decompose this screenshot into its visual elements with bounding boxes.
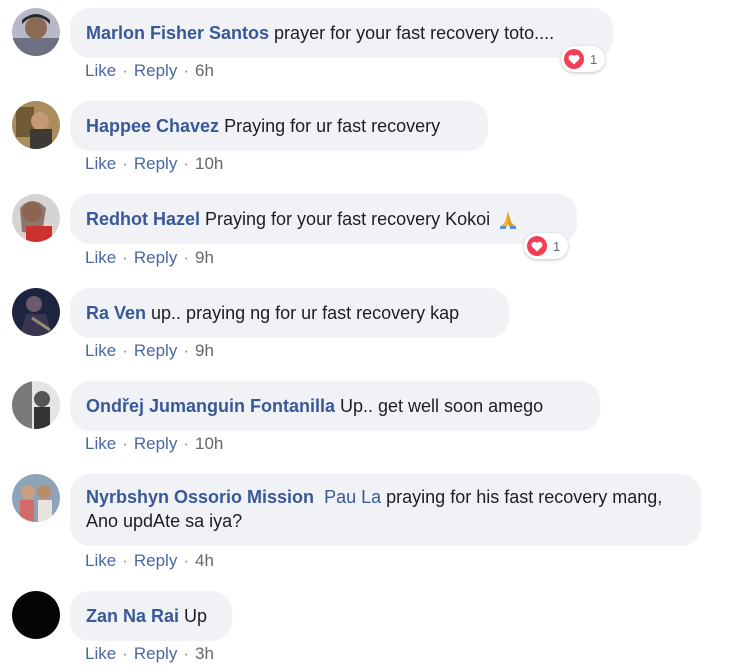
comment-text: Praying for your fast recovery Kokoi <box>205 209 491 229</box>
comment-time[interactable]: 10h <box>195 154 223 173</box>
reply-button[interactable]: Reply <box>134 341 177 360</box>
comment-author[interactable]: Nyrbshyn Ossorio Mission <box>86 487 314 507</box>
like-button[interactable]: Like <box>85 248 116 267</box>
avatar[interactable] <box>12 194 60 242</box>
reply-button[interactable]: Reply <box>134 551 177 570</box>
avatar[interactable] <box>12 591 60 639</box>
comment-bubble: Zan Na Rai Up <box>70 591 232 641</box>
comment-time[interactable]: 4h <box>195 551 214 570</box>
comment-actions: Like · Reply · 9h <box>85 248 214 268</box>
separator: · <box>122 341 128 360</box>
comment-author[interactable]: Ondřej Jumanguin Fontanilla <box>86 394 335 418</box>
comment-text: Praying for ur fast recovery <box>224 116 441 136</box>
comment-author[interactable]: Redhot Hazel <box>86 207 200 231</box>
reply-button[interactable]: Reply <box>134 434 177 453</box>
reaction-count[interactable]: 1 <box>561 46 606 72</box>
like-button[interactable]: Like <box>85 154 116 173</box>
comment-bubble: Nyrbshyn Ossorio Mission Pau La praying … <box>70 474 701 546</box>
reply-button[interactable]: Reply <box>134 61 177 80</box>
like-button[interactable]: Like <box>85 644 116 663</box>
heart-icon <box>564 49 584 69</box>
comment-time[interactable]: 10h <box>195 434 223 453</box>
comment-actions: Like · Reply · 4h <box>85 551 214 571</box>
mention-link[interactable]: Pau La <box>324 487 381 507</box>
comment-time[interactable]: 9h <box>195 341 214 360</box>
comment-actions: Like · Reply · 3h <box>85 644 214 664</box>
like-button[interactable]: Like <box>85 551 116 570</box>
separator: · <box>122 248 128 267</box>
comment-actions: Like · Reply · 10h <box>85 434 223 454</box>
comment-text: Up.. get well soon amego <box>340 396 544 416</box>
comment-text: up.. praying ng for ur fast recovery kap <box>151 303 460 323</box>
reaction-number: 1 <box>590 51 598 67</box>
comment-time[interactable]: 6h <box>195 61 214 80</box>
comment-bubble: Redhot Hazel Praying for your fast recov… <box>70 194 577 244</box>
heart-icon <box>527 236 547 256</box>
separator: · <box>183 551 189 570</box>
avatar[interactable] <box>12 381 60 429</box>
comment-author[interactable]: Marlon Fisher Santos <box>86 21 269 45</box>
reply-button[interactable]: Reply <box>134 248 177 267</box>
praying-hands-icon <box>497 208 519 230</box>
comment-actions: Like · Reply · 10h <box>85 154 223 174</box>
separator: · <box>122 551 128 570</box>
separator: · <box>183 644 189 663</box>
like-button[interactable]: Like <box>85 341 116 360</box>
comment-time[interactable]: 9h <box>195 248 214 267</box>
avatar[interactable] <box>12 474 60 522</box>
comment-bubble: Ondřej Jumanguin Fontanilla Up.. get wel… <box>70 381 600 431</box>
comment-actions: Like · Reply · 9h <box>85 341 214 361</box>
reply-button[interactable]: Reply <box>134 644 177 663</box>
separator: · <box>183 154 189 173</box>
comment-time[interactable]: 3h <box>195 644 214 663</box>
comment-author[interactable]: Happee Chavez <box>86 114 219 138</box>
like-button[interactable]: Like <box>85 61 116 80</box>
like-button[interactable]: Like <box>85 434 116 453</box>
comment-bubble: Ra Ven up.. praying ng for ur fast recov… <box>70 288 509 338</box>
separator: · <box>183 248 189 267</box>
reaction-count[interactable]: 1 <box>524 233 569 259</box>
separator: · <box>122 61 128 80</box>
comment-actions: Like · Reply · 6h <box>85 61 214 81</box>
separator: · <box>122 434 128 453</box>
reaction-number: 1 <box>553 238 561 254</box>
comment-bubble: Happee Chavez Praying for ur fast recove… <box>70 101 488 151</box>
separator: · <box>183 434 189 453</box>
avatar[interactable] <box>12 101 60 149</box>
comment-author[interactable]: Zan Na Rai <box>86 604 179 628</box>
separator: · <box>122 644 128 663</box>
comment-text: prayer for your fast recovery toto.... <box>274 23 555 43</box>
separator: · <box>122 154 128 173</box>
reply-button[interactable]: Reply <box>134 154 177 173</box>
avatar[interactable] <box>12 288 60 336</box>
separator: · <box>183 341 189 360</box>
comment-author[interactable]: Ra Ven <box>86 301 146 325</box>
separator: · <box>183 61 189 80</box>
comment-bubble: Marlon Fisher Santos prayer for your fas… <box>70 8 613 58</box>
avatar[interactable] <box>12 8 60 56</box>
comment-text: Up <box>184 606 208 626</box>
